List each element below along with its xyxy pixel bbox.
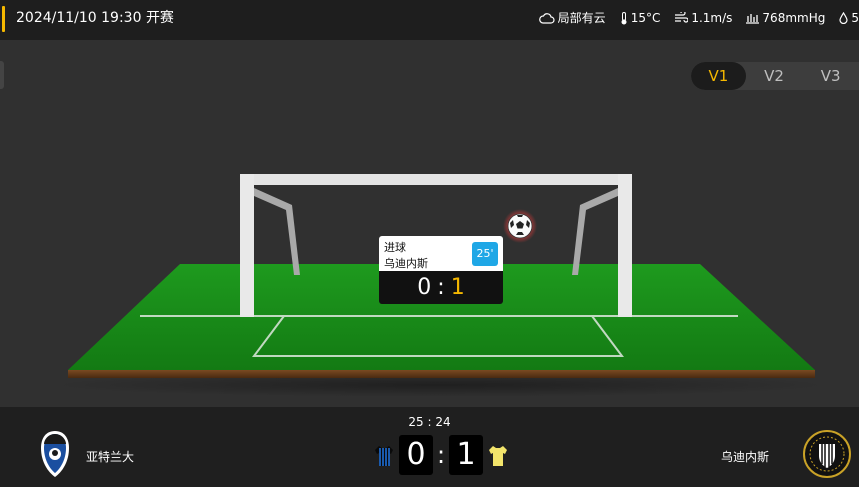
event-score: 0:1 bbox=[379, 271, 503, 304]
event-score-separator: : bbox=[437, 275, 445, 300]
tab-v2[interactable]: V2 bbox=[746, 62, 803, 90]
tab-v3[interactable]: V3 bbox=[802, 62, 859, 90]
event-team: 乌迪内斯 bbox=[384, 257, 428, 270]
event-home-score: 0 bbox=[417, 275, 432, 300]
scoreboard-bar: 25 : 24 亚特兰大 0 : 1 乌迪内斯 bbox=[0, 407, 859, 487]
match-clock: 25 : 24 bbox=[408, 415, 451, 429]
event-minute-badge: 25' bbox=[472, 242, 498, 266]
away-kit-icon bbox=[489, 446, 507, 466]
side-panel-handle[interactable] bbox=[0, 61, 4, 89]
main-score: 0 : 1 bbox=[374, 435, 510, 475]
view-version-tabs: V1 V2 V3 bbox=[691, 62, 859, 90]
pitch-soil-edge bbox=[68, 370, 815, 378]
goal-event-card: 进球 乌迪内斯 25' 0:1 bbox=[379, 236, 503, 304]
soccer-ball-icon bbox=[503, 209, 537, 243]
event-card-header: 进球 乌迪内斯 25' bbox=[379, 236, 503, 271]
event-title: 进球 bbox=[384, 241, 406, 254]
home-kit-icon bbox=[375, 446, 393, 466]
score-separator: : bbox=[436, 441, 446, 469]
away-score: 1 bbox=[449, 435, 483, 475]
event-away-score: 1 bbox=[450, 275, 465, 300]
home-team-logo bbox=[41, 431, 69, 477]
away-team-name: 乌迪内斯 bbox=[720, 450, 769, 464]
home-team-name: 亚特兰大 bbox=[86, 450, 135, 464]
home-score: 0 bbox=[399, 435, 433, 475]
tab-v1[interactable]: V1 bbox=[691, 62, 746, 90]
away-team-logo bbox=[803, 430, 851, 478]
